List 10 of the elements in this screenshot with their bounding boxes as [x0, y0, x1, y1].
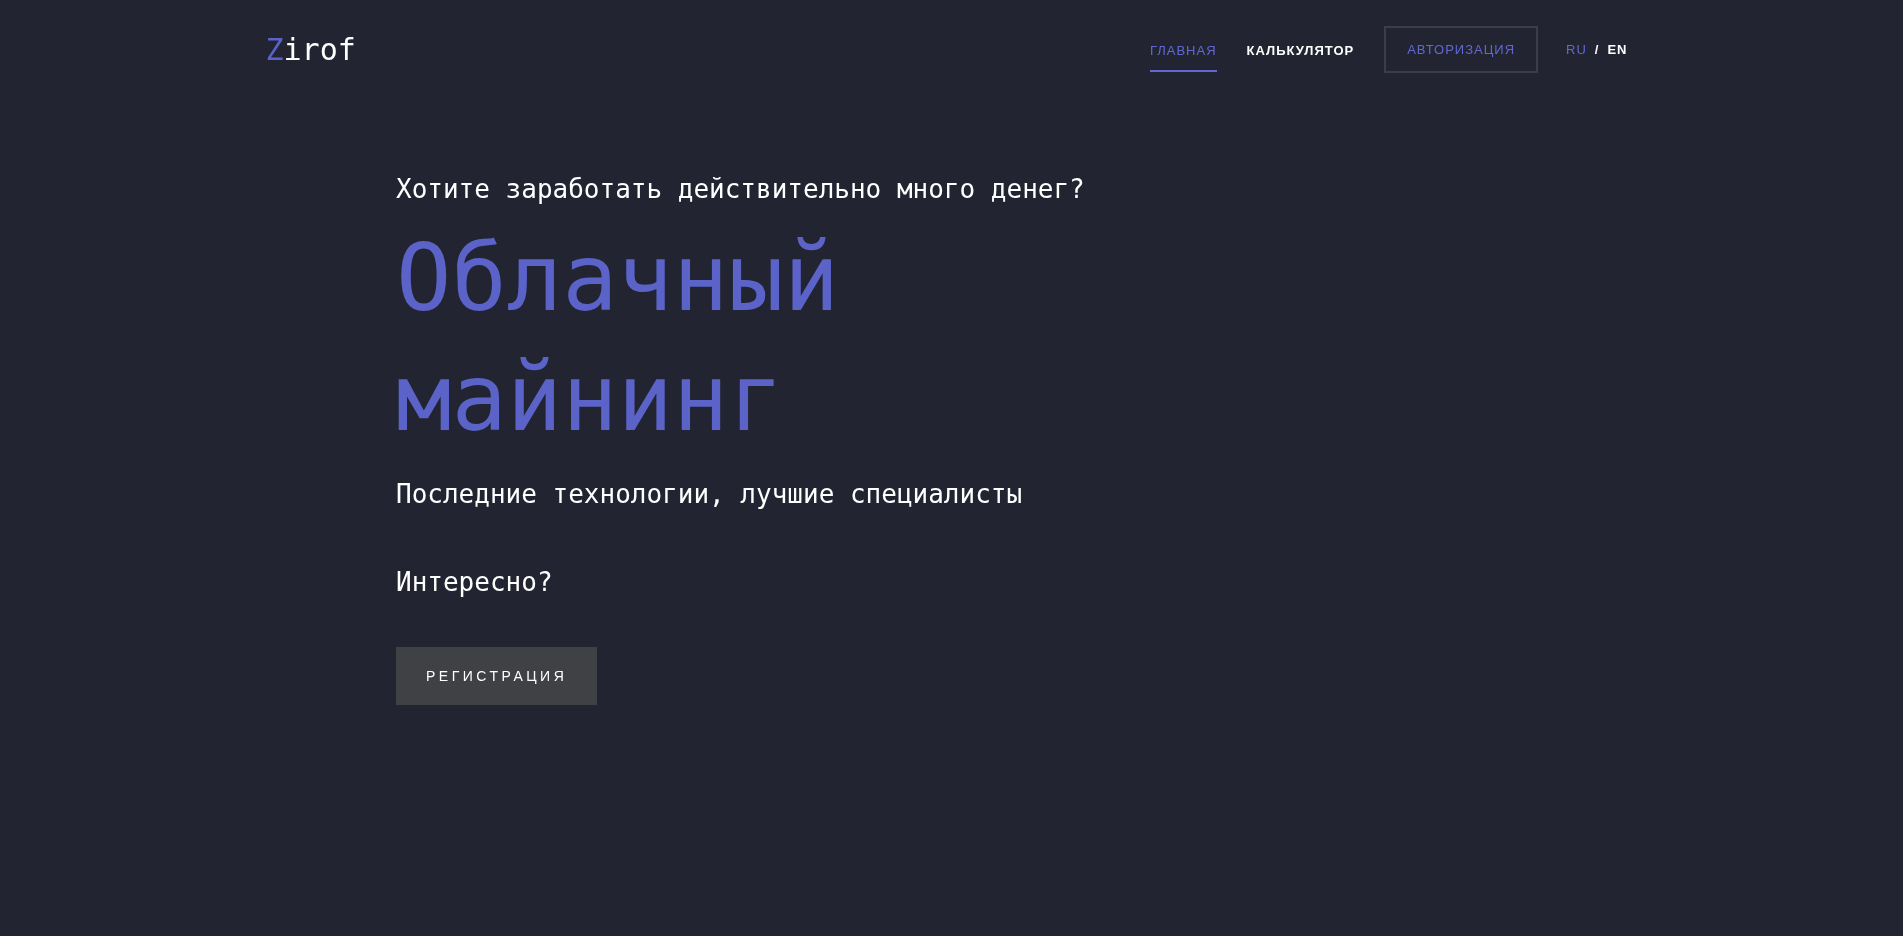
hero-title: Облачный [396, 224, 840, 335]
language-link[interactable]: EN [1607, 42, 1628, 57]
logo[interactable]: Zirof [265, 32, 356, 67]
hero-kicker: Хотите заработать действительно много денег? [396, 173, 1086, 206]
register-button[interactable]: РЕГИСТРАЦИЯ [396, 647, 598, 706]
language-separator: / [1594, 42, 1600, 57]
hero-subtitle: Последние технологии, лучшие специалисты [396, 479, 1024, 510]
nav-link[interactable]: КАЛЬКУЛЯТОР [1246, 27, 1355, 72]
hero-title: майнинг [396, 344, 784, 455]
hero-question: Интересно? [396, 567, 554, 598]
